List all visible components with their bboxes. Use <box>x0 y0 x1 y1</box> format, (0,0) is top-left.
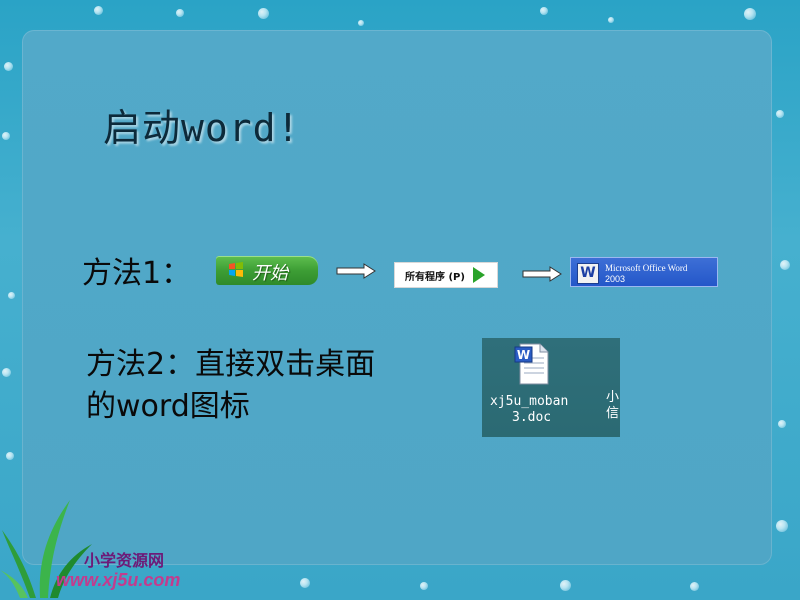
bubble <box>4 62 13 71</box>
method1-label: 方法1： <box>82 256 192 291</box>
desktop-icon-label: xj5u_moban 3.doc <box>490 394 568 426</box>
bubble <box>2 132 10 140</box>
bubble <box>608 17 614 23</box>
svg-text:W: W <box>517 348 530 362</box>
office-item-line1: Microsoft Office Word <box>605 263 688 273</box>
bubble <box>778 420 786 428</box>
bubble <box>300 578 310 588</box>
side-line2: 信 <box>606 406 620 421</box>
filename-line2: 3.doc <box>512 410 552 425</box>
bubble <box>744 8 756 20</box>
method2-line2: 的word图标 <box>86 389 250 424</box>
watermark-brand: 小学资源网 <box>84 551 165 570</box>
bubble <box>258 8 269 19</box>
bubble <box>780 260 790 270</box>
right-arrow-icon <box>336 263 376 279</box>
bubble <box>560 580 571 591</box>
filename-line1: xj5u_moban <box>490 394 569 409</box>
bubble <box>358 20 364 26</box>
word-menu-item[interactable]: W Microsoft Office Word 2003 <box>570 257 718 287</box>
method2-text: 方法2：直接双击桌面 的word图标 <box>86 344 375 428</box>
bubble <box>6 452 14 460</box>
bubble <box>540 7 548 15</box>
right-arrow-icon <box>522 266 562 282</box>
desktop-screenshot: W xj5u_moban 3.doc 小 信 <box>482 338 620 437</box>
play-arrow-icon <box>473 267 485 283</box>
partial-icon-label: 小 信 <box>606 390 619 422</box>
all-programs-label: 所有程序 (P) <box>405 272 465 283</box>
method2-line1: 方法2：直接双击桌面 <box>86 347 376 382</box>
bubble <box>176 9 184 17</box>
bubble <box>776 520 788 532</box>
slide-title: 启动word! <box>103 106 301 150</box>
all-programs-menu-item[interactable]: 所有程序 (P) <box>394 262 498 288</box>
word-icon: W <box>577 263 599 284</box>
bubble <box>8 292 15 299</box>
office-item-line2: 2003 <box>605 274 626 284</box>
start-button-label: 开始 <box>252 263 288 284</box>
bubble <box>420 582 428 590</box>
watermark-url: www.xj5u.com <box>56 570 181 590</box>
bubble <box>690 582 699 591</box>
bubble <box>94 6 103 15</box>
start-button[interactable]: 开始 <box>216 256 318 285</box>
bubble <box>2 368 11 377</box>
side-line1: 小 <box>606 390 620 405</box>
bubble <box>776 110 784 118</box>
windows-flag-icon <box>229 262 243 277</box>
word-document-icon[interactable]: W <box>514 342 550 386</box>
